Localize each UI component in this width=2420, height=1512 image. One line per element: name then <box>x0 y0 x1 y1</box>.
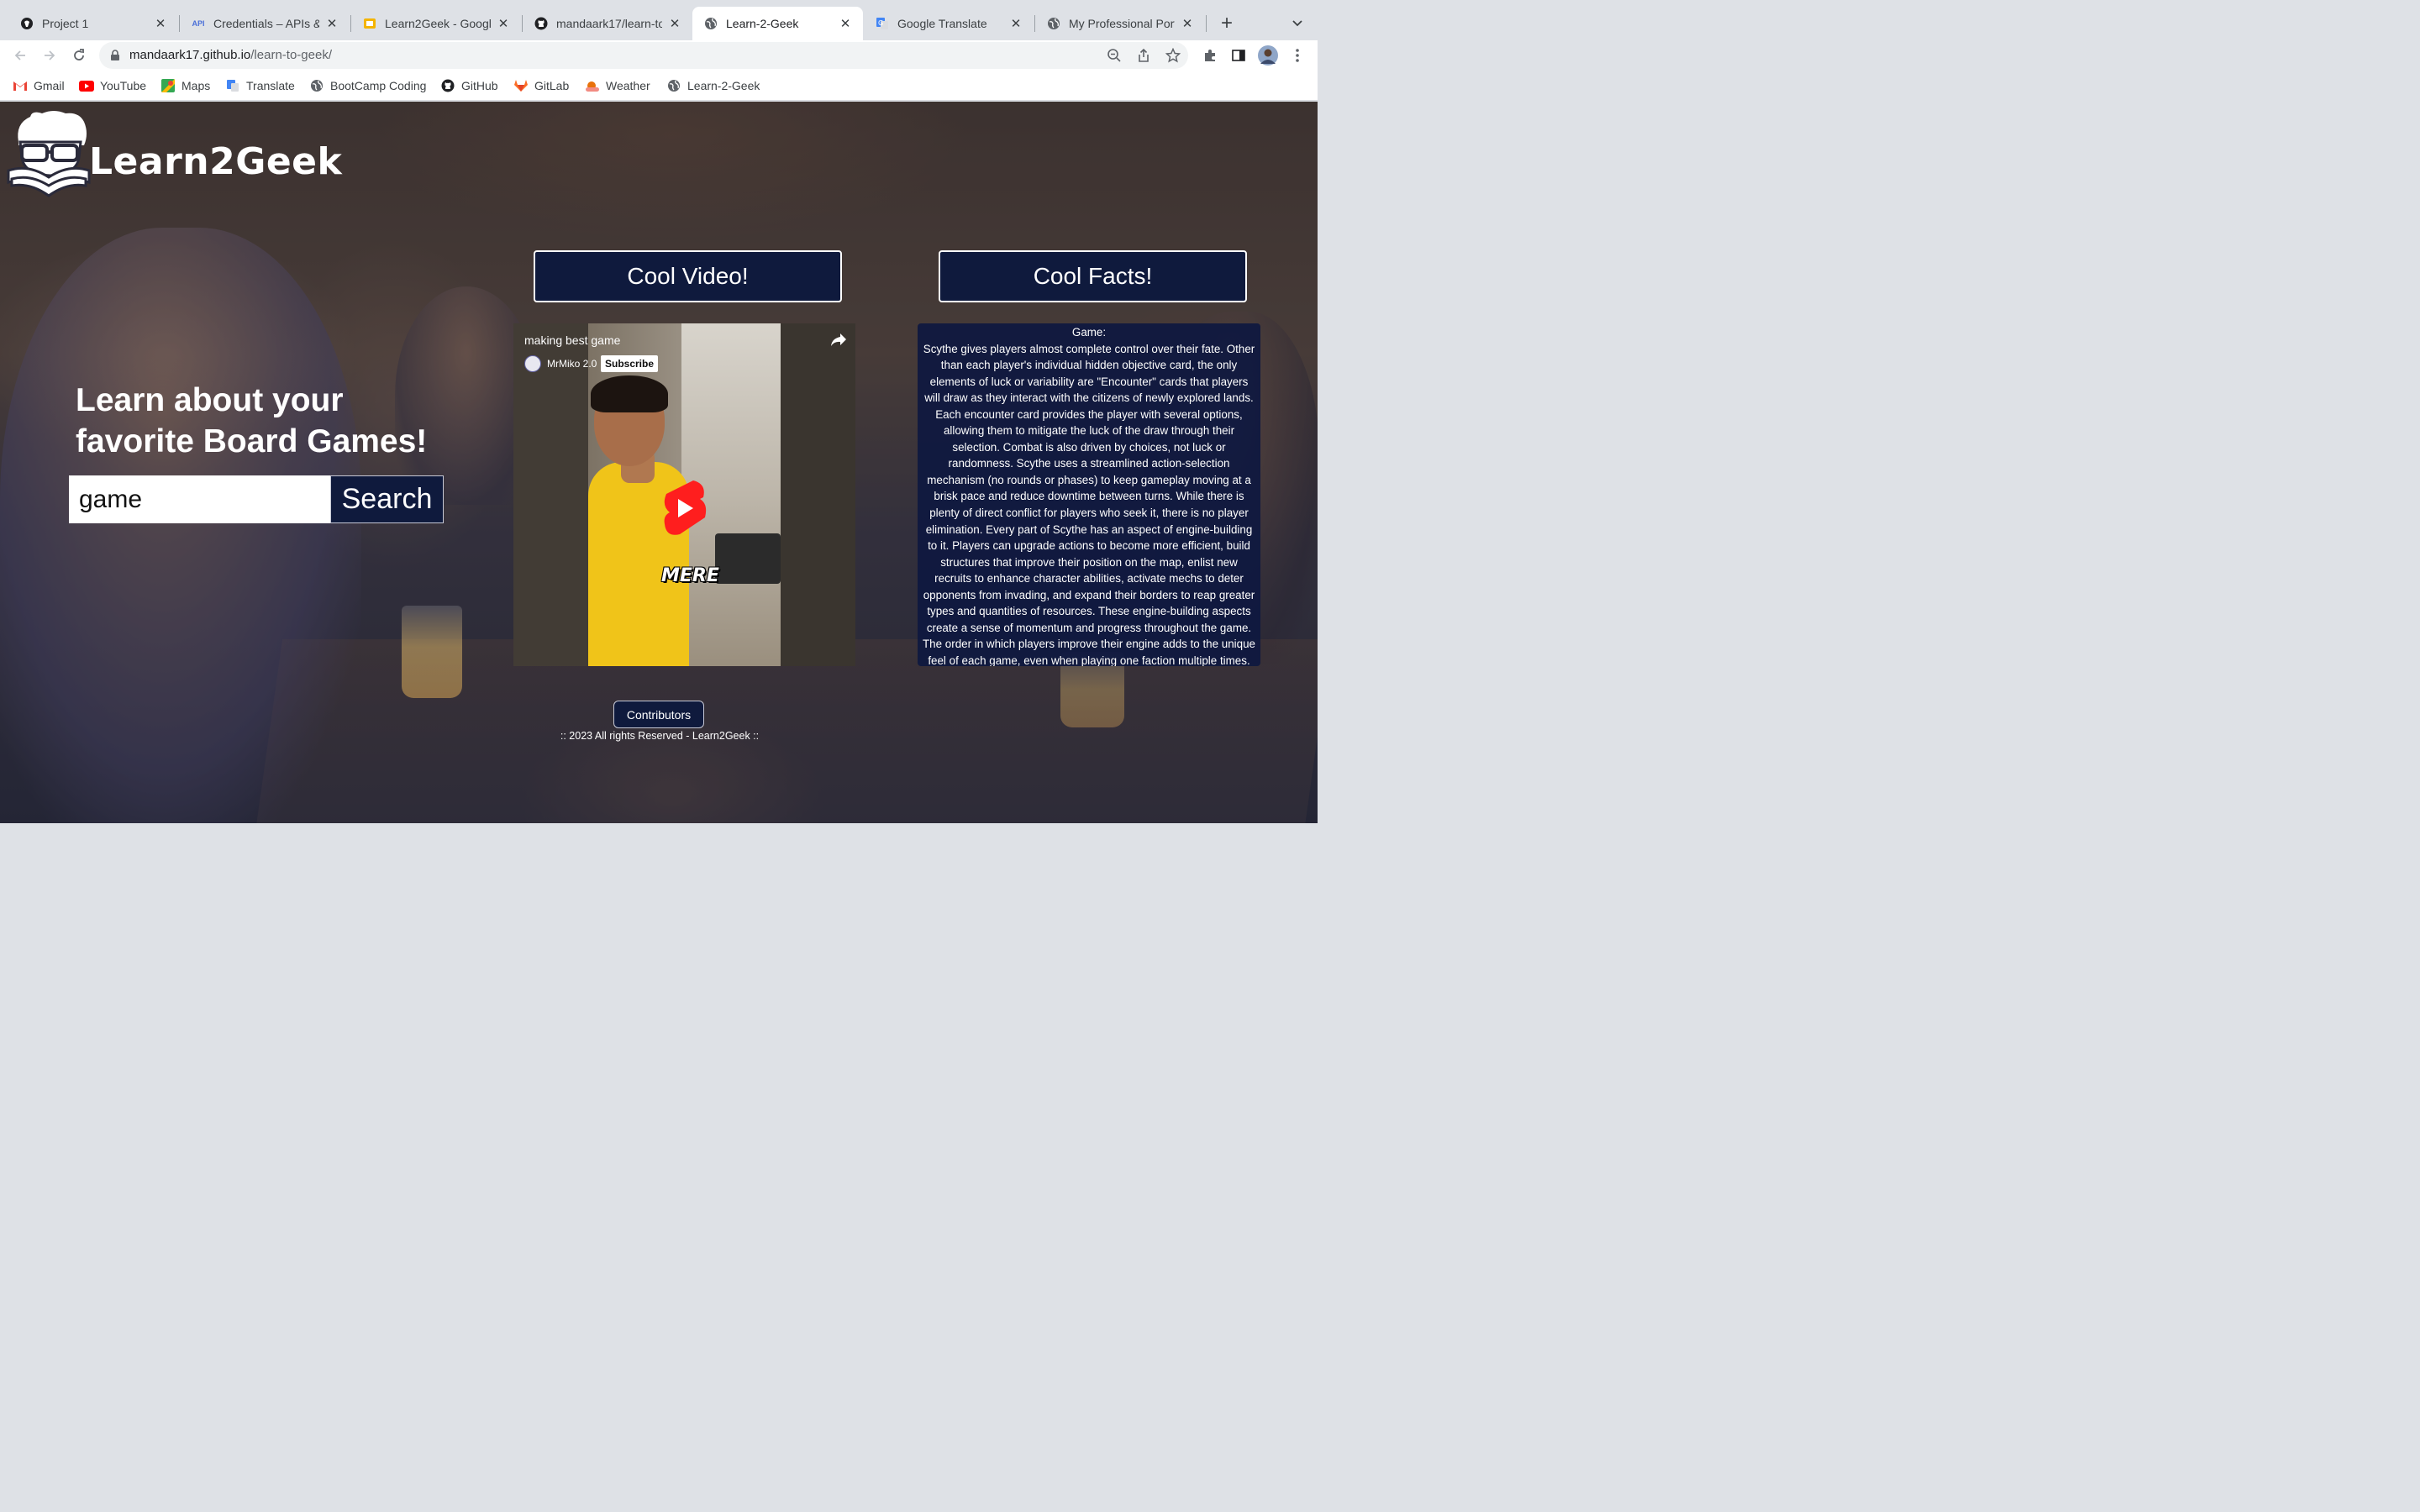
brand-name: Learn2Geek <box>89 140 343 183</box>
hero-title: Learn about your favorite Board Games! <box>76 382 428 459</box>
globe-icon <box>1047 17 1060 30</box>
browser-menu-icon[interactable] <box>1287 45 1307 66</box>
search-input[interactable] <box>69 475 330 523</box>
video-title[interactable]: making best game <box>524 333 620 347</box>
video-thumbnail <box>781 323 855 666</box>
tab-strip: Project 1 ✕ API Credentials – APIs & Ser… <box>0 0 1318 40</box>
tab-divider <box>1206 15 1207 32</box>
bookmark-maps[interactable]: Maps <box>160 77 210 94</box>
url-text: mandaark17.github.io/learn-to-geek/ <box>129 48 332 62</box>
bookmark-translate[interactable]: Translate <box>225 77 295 94</box>
back-arrow-icon[interactable] <box>8 44 32 67</box>
tab-google-translate[interactable]: G Google Translate ✕ <box>864 7 1034 40</box>
reload-icon[interactable] <box>67 44 91 67</box>
bookmark-learn-2-geek[interactable]: Learn-2-Geek <box>666 77 760 94</box>
close-tab-icon[interactable]: ✕ <box>1180 16 1195 31</box>
close-tab-icon[interactable]: ✕ <box>324 16 339 31</box>
tab-learn2geek-slides[interactable]: Learn2Geek - Google Slides ✕ <box>351 7 521 40</box>
bookmarks-bar: Gmail YouTube Maps Translate BootCamp Co… <box>0 71 1318 101</box>
new-tab-button[interactable]: + <box>1215 12 1239 35</box>
facts-text: Scythe gives players almost complete con… <box>923 342 1255 666</box>
translate-icon: G <box>876 17 889 30</box>
api-icon: API <box>192 19 205 28</box>
tab-project-1[interactable]: Project 1 ✕ <box>8 7 178 40</box>
cool-facts-button[interactable]: Cool Facts! <box>939 250 1247 302</box>
share-icon[interactable] <box>829 330 848 349</box>
cool-video-button[interactable]: Cool Video! <box>534 250 842 302</box>
bookmark-github[interactable]: GitHub <box>440 77 498 94</box>
close-tab-icon[interactable]: ✕ <box>667 16 682 31</box>
close-tab-icon[interactable]: ✕ <box>496 16 511 31</box>
youtube-icon <box>79 78 94 93</box>
video-thumbnail <box>715 533 781 584</box>
svg-text:G: G <box>878 19 883 27</box>
weather-icon <box>585 78 600 93</box>
tab-search-chevron-icon[interactable] <box>1287 13 1307 34</box>
maps-icon <box>160 78 176 93</box>
bookmark-gitlab[interactable]: GitLab <box>513 77 569 94</box>
gitlab-icon <box>513 78 529 93</box>
tab-github-repo[interactable]: mandaark17/learn-to-geek ✕ <box>523 7 692 40</box>
close-tab-icon[interactable]: ✕ <box>838 16 853 31</box>
video-caption: MERE <box>661 565 719 586</box>
tab-learn-2-geek[interactable]: Learn-2-Geek ✕ <box>692 7 863 40</box>
bookmark-bootcamp[interactable]: BootCamp Coding <box>309 77 426 94</box>
globe-icon <box>666 78 681 93</box>
browser-toolbar: mandaark17.github.io/learn-to-geek/ <box>0 40 1318 71</box>
contributors-button[interactable]: Contributors <box>613 701 704 728</box>
gmail-icon <box>13 78 28 93</box>
geek-logo-icon <box>7 111 91 197</box>
forward-arrow-icon[interactable] <box>38 44 61 67</box>
translate-icon <box>225 78 240 93</box>
footer-copyright: :: 2023 All rights Reserved - Learn2Geek… <box>560 730 760 742</box>
slides-icon <box>363 17 376 30</box>
tab-portfolio[interactable]: My Professional Portfolio ✕ <box>1035 7 1205 40</box>
facts-label: Game: <box>1071 326 1107 339</box>
bookmark-youtube[interactable]: YouTube <box>79 77 146 94</box>
facts-panel: Game: Scythe gives players almost comple… <box>918 323 1260 666</box>
bookmark-star-icon[interactable] <box>1164 46 1182 65</box>
lock-icon[interactable] <box>109 50 121 61</box>
shorts-play-icon[interactable] <box>661 479 708 539</box>
subscribe-button[interactable]: Subscribe <box>601 355 659 372</box>
extensions-puzzle-icon[interactable] <box>1200 45 1220 66</box>
video-thumbnail <box>513 323 588 666</box>
search-button[interactable]: Search <box>330 475 444 523</box>
github-icon <box>534 17 548 30</box>
side-panel-icon[interactable] <box>1228 45 1249 66</box>
tab-credentials[interactable]: API Credentials – APIs & Services ✕ <box>180 7 350 40</box>
address-bar[interactable]: mandaark17.github.io/learn-to-geek/ <box>99 42 1188 69</box>
project-icon <box>20 17 34 30</box>
youtube-video-embed[interactable]: making best game MrMiko 2.0 Subscribe ME… <box>513 323 855 666</box>
close-tab-icon[interactable]: ✕ <box>153 16 168 31</box>
globe-icon <box>704 17 718 30</box>
bookmark-weather[interactable]: Weather <box>585 77 650 94</box>
video-thumbnail <box>591 375 668 412</box>
bookmark-gmail[interactable]: Gmail <box>13 77 65 94</box>
github-icon <box>440 78 455 93</box>
zoom-icon[interactable] <box>1105 46 1123 65</box>
share-icon[interactable] <box>1134 46 1153 65</box>
channel-avatar[interactable] <box>524 355 541 372</box>
page-viewport: Learn2Geek Learn about your favorite Boa… <box>0 102 1318 823</box>
profile-avatar[interactable] <box>1258 45 1278 66</box>
channel-name[interactable]: MrMiko 2.0 <box>547 358 597 370</box>
close-tab-icon[interactable]: ✕ <box>1008 16 1023 31</box>
globe-icon <box>309 78 324 93</box>
